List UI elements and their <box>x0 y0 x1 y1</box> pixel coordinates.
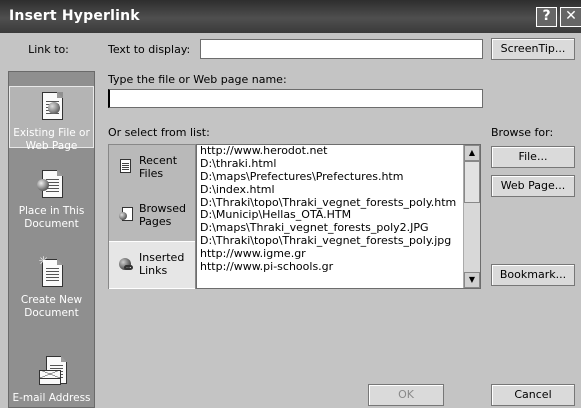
title-bar: Insert Hyperlink ? ✕ <box>0 0 581 33</box>
place-email-address[interactable]: E-mail Address <box>9 356 94 405</box>
scroll-thumb[interactable] <box>464 161 480 203</box>
place-in-document-icon <box>36 169 67 201</box>
tab-inserted-line1: Inserted <box>139 251 185 264</box>
text-to-display-label: Text to display: <box>108 43 191 56</box>
select-from-list-label: Or select from list: <box>108 126 210 139</box>
place-create-new-line2: Document <box>24 307 79 319</box>
place-in-document-line2: Document <box>24 218 79 230</box>
link-to-places-bar: Existing File or Web Page Place in This … <box>8 71 95 408</box>
web-page-name-input[interactable] <box>108 89 483 108</box>
url-list-item[interactable]: D:\maps\Prefectures\Prefectures.htm <box>197 170 480 184</box>
browsed-pages-icon <box>119 207 133 223</box>
text-to-display-input[interactable] <box>200 39 483 59</box>
recent-files-icon <box>119 159 133 175</box>
list-tabs: Recent Files Browsed Pages Inserted Link… <box>108 144 196 289</box>
place-create-new-document[interactable]: ✳ Create New Document <box>9 255 94 320</box>
scroll-up-icon[interactable]: ▲ <box>464 145 480 161</box>
ok-button[interactable]: OK <box>368 384 444 406</box>
place-existing-file-line1: Existing File or <box>13 127 90 139</box>
place-in-document[interactable]: Place in This Document <box>9 169 94 231</box>
url-list-item[interactable]: http://www.herodot.net <box>197 145 480 158</box>
tab-inserted-links[interactable]: Inserted Links <box>109 241 195 289</box>
url-list-scrollbar[interactable]: ▲ ▼ <box>463 145 480 288</box>
place-email-line1: E-mail Address <box>12 392 91 404</box>
tab-recent-line1: Recent <box>139 154 178 167</box>
browse-file-button[interactable]: File... <box>491 146 575 168</box>
tab-recent-line2: Files <box>139 167 164 180</box>
email-icon <box>37 356 67 388</box>
link-to-label: Link to: <box>28 43 69 56</box>
place-existing-file[interactable]: Existing File or Web Page <box>9 86 94 152</box>
web-page-name-label: Type the file or Web page name: <box>108 73 287 86</box>
url-list-item[interactable]: D:\index.html <box>197 183 480 197</box>
tab-browsed-line1: Browsed <box>139 202 187 215</box>
browse-for-label: Browse for: <box>491 126 554 139</box>
place-in-document-line1: Place in This <box>18 205 85 217</box>
screentip-button[interactable]: ScreenTip... <box>491 38 575 60</box>
tab-browsed-pages[interactable]: Browsed Pages <box>109 193 195 241</box>
existing-file-icon <box>37 91 67 123</box>
dialog-body: Link to: Existing File or Web Page Place… <box>0 33 581 408</box>
place-existing-file-line2: Web Page <box>25 140 78 152</box>
url-list[interactable]: http://www.herodot.net D:\thraki.html D:\m… <box>196 144 481 289</box>
url-list-item[interactable]: http://www.pi-schools.gr <box>197 260 480 274</box>
dialog-title: Insert Hyperlink <box>9 8 140 24</box>
create-new-document-icon: ✳ <box>37 255 67 290</box>
browse-web-page-button[interactable]: Web Page... <box>491 175 575 197</box>
tab-inserted-line2: Links <box>139 264 168 277</box>
help-button[interactable]: ? <box>536 7 557 27</box>
tab-browsed-line2: Pages <box>139 215 172 228</box>
inserted-links-icon <box>119 256 133 272</box>
place-create-new-line1: Create New <box>20 294 83 306</box>
cancel-button[interactable]: Cancel <box>491 384 575 406</box>
bookmark-button[interactable]: Bookmark... <box>491 264 575 286</box>
close-button[interactable]: ✕ <box>560 7 581 27</box>
tab-recent-files[interactable]: Recent Files <box>109 145 195 193</box>
scroll-down-icon[interactable]: ▼ <box>464 272 480 288</box>
url-list-item[interactable]: D:\thraki.html <box>197 157 480 171</box>
